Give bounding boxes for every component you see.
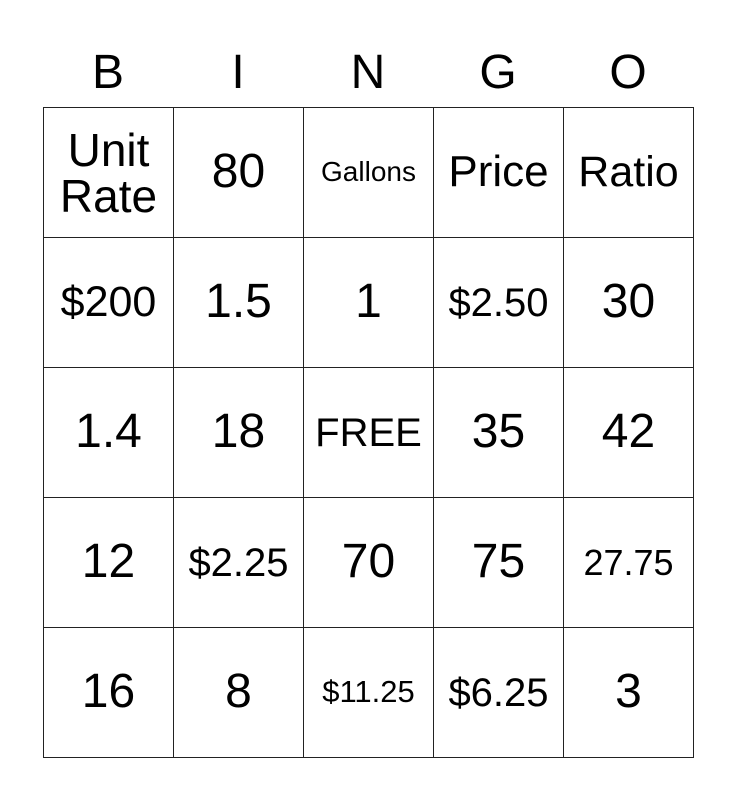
bingo-cell[interactable]: 35	[433, 367, 564, 498]
bingo-cell[interactable]: Ratio	[563, 107, 694, 238]
bingo-row: 1.4 18 FREE 35 42	[43, 367, 694, 498]
bingo-cell[interactable]: Price	[433, 107, 564, 238]
bingo-row: Unit Rate 80 Gallons Price Ratio	[43, 107, 694, 238]
bingo-cell[interactable]: $2.50	[433, 237, 564, 368]
bingo-cell[interactable]: 16	[43, 627, 174, 758]
bingo-cell[interactable]: $200	[43, 237, 174, 368]
bingo-cell[interactable]: Unit Rate	[43, 107, 174, 238]
bingo-cell[interactable]: 8	[173, 627, 304, 758]
bingo-cell[interactable]: 3	[563, 627, 694, 758]
free-space-cell[interactable]: FREE	[303, 367, 434, 498]
header-letter-i: I	[231, 46, 245, 99]
bingo-card-grid: Unit Rate 80 Gallons Price Ratio $200 1.…	[43, 107, 694, 758]
bingo-cell[interactable]: 1.5	[173, 237, 304, 368]
bingo-cell[interactable]: 12	[43, 497, 174, 628]
bingo-cell[interactable]: 1.4	[43, 367, 174, 498]
bingo-cell[interactable]: $6.25	[433, 627, 564, 758]
bingo-cell[interactable]: $2.25	[173, 497, 304, 628]
bingo-row: 12 $2.25 70 75 27.75	[43, 497, 694, 628]
bingo-cell[interactable]: 1	[303, 237, 434, 368]
bingo-row: $200 1.5 1 $2.50 30	[43, 237, 694, 368]
bingo-cell[interactable]: Gallons	[303, 107, 434, 238]
bingo-header: B I N G O	[43, 42, 693, 104]
header-letter-g: G	[479, 46, 517, 99]
bingo-cell[interactable]: 18	[173, 367, 304, 498]
bingo-cell[interactable]: 42	[563, 367, 694, 498]
bingo-cell[interactable]: 70	[303, 497, 434, 628]
header-letter-o: O	[609, 46, 647, 99]
bingo-cell[interactable]: 27.75	[563, 497, 694, 628]
bingo-cell[interactable]: 80	[173, 107, 304, 238]
bingo-cell[interactable]: $11.25	[303, 627, 434, 758]
bingo-row: 16 8 $11.25 $6.25 3	[43, 627, 694, 758]
bingo-cell[interactable]: 75	[433, 497, 564, 628]
header-letter-n: N	[350, 46, 386, 99]
bingo-cell[interactable]: 30	[563, 237, 694, 368]
header-letter-b: B	[91, 46, 124, 99]
